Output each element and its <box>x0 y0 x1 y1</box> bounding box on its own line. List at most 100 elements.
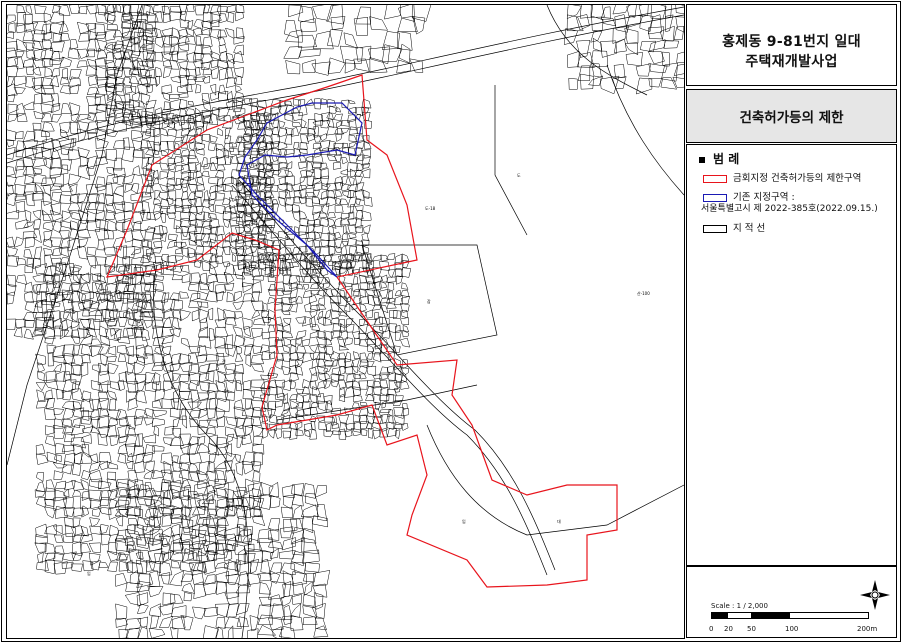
parcel-outline <box>302 605 318 619</box>
parcel-outline <box>160 353 173 366</box>
parcel-outline <box>24 263 33 273</box>
parcel-outline <box>115 514 124 527</box>
parcel-outline <box>386 276 396 283</box>
scale-tick: 100 <box>785 625 799 633</box>
parcel-outline <box>591 63 602 78</box>
parcel-outline <box>281 594 293 607</box>
map-label: 임 <box>87 570 91 576</box>
parcel-outline <box>284 149 295 156</box>
parcel-outline <box>201 260 211 272</box>
parcel-outline <box>224 488 234 503</box>
parcel-outline <box>151 490 165 500</box>
parcel-outline <box>187 121 196 133</box>
parcel-outline <box>195 35 202 47</box>
parcel-outline <box>214 319 227 328</box>
parcel-outline <box>24 281 34 293</box>
parcel-outline <box>261 309 270 319</box>
parcel-outline <box>90 498 101 509</box>
parcel-outline <box>235 227 246 235</box>
parcel-outline <box>235 85 242 93</box>
parcel-outline <box>379 325 388 333</box>
parcel-outline <box>81 353 91 364</box>
parcel-outline <box>368 428 374 439</box>
parcel-outline <box>169 60 180 70</box>
parcel-outline <box>33 92 42 105</box>
parcel-outline <box>334 127 345 135</box>
parcel-outline <box>208 142 217 151</box>
parcel-outline <box>7 175 17 187</box>
parcel-outline <box>41 93 55 104</box>
parcel-outline <box>369 16 389 31</box>
scale-bar <box>711 612 869 619</box>
bullet-icon <box>699 156 705 163</box>
parcel-outline <box>145 253 156 263</box>
parcel-outline <box>233 334 246 348</box>
parcel-outline <box>171 455 179 464</box>
parcel-outline <box>400 309 409 319</box>
parcel-outline <box>233 291 242 302</box>
scale-segment <box>712 613 728 618</box>
parcel-outline <box>88 552 101 566</box>
parcel-outline <box>195 190 204 198</box>
parcel-outline <box>566 14 584 32</box>
parcel-outline <box>25 5 33 16</box>
parcel-outline <box>152 280 165 291</box>
parcel-outline <box>94 23 106 36</box>
parcel-outline <box>134 361 146 375</box>
parcel-outline <box>24 236 36 249</box>
parcel-outline <box>224 148 229 159</box>
parcel-outline <box>180 515 189 529</box>
parcel-outline <box>258 537 274 554</box>
parcel-outline <box>81 410 90 421</box>
parcel-outline <box>234 424 246 440</box>
parcel-outline <box>312 30 334 50</box>
cadastral-map[interactable]: 도-18 임 잡 대 도 전 임 산-100 <box>6 4 685 639</box>
parcel-outline <box>150 615 160 629</box>
parcel-outline <box>115 603 128 621</box>
parcel-outline <box>226 5 237 13</box>
scale-box: Scale : 1 / 2,000 0 20 50 100 200m <box>686 566 897 638</box>
parcel-outline <box>49 11 64 26</box>
parcel-outline <box>71 418 81 429</box>
parcel-outline <box>128 76 140 85</box>
parcel-outline <box>166 121 176 130</box>
parcel-outline <box>126 452 134 463</box>
parcel-outline <box>51 113 63 123</box>
parcel-outline <box>170 353 181 365</box>
parcel-outline <box>342 190 351 199</box>
parcel-outline <box>278 176 286 186</box>
parcel-outline <box>63 488 70 498</box>
legend-item-cadastral: 지 적 선 <box>703 220 765 234</box>
parcel-outline <box>24 22 39 33</box>
parcel-outline <box>222 261 230 268</box>
parcel-outline <box>179 291 190 299</box>
parcel-outline <box>226 603 239 618</box>
parcel-outline <box>283 337 292 347</box>
parcel-outline <box>147 176 152 189</box>
parcel-outline <box>160 572 171 585</box>
parcel-outline <box>673 63 684 76</box>
parcel-outline <box>142 434 156 444</box>
parcel-outline <box>224 282 235 291</box>
parcel-outline <box>663 40 680 49</box>
parcel-outline <box>187 101 195 106</box>
parcel-outline <box>282 379 292 391</box>
parcel-outline <box>179 433 191 450</box>
parcel-outline <box>241 460 253 475</box>
parcel-outline <box>295 295 303 304</box>
parcel-outline <box>335 106 341 113</box>
parcel-outline <box>70 373 83 386</box>
parcel-outline <box>188 452 202 465</box>
parcel-outline <box>371 254 382 262</box>
parcel-outline <box>23 249 33 259</box>
parcel-outline <box>163 42 175 55</box>
parcel-outline <box>244 225 251 232</box>
parcel-outline <box>22 157 34 168</box>
parcel-outline <box>54 325 63 337</box>
parcel-outline <box>291 122 302 127</box>
parcel-outline <box>277 168 289 177</box>
parcel-outline <box>211 66 220 79</box>
parcel-outline <box>300 504 319 517</box>
parcel-outline <box>105 116 115 126</box>
parcel-outline <box>76 245 88 260</box>
